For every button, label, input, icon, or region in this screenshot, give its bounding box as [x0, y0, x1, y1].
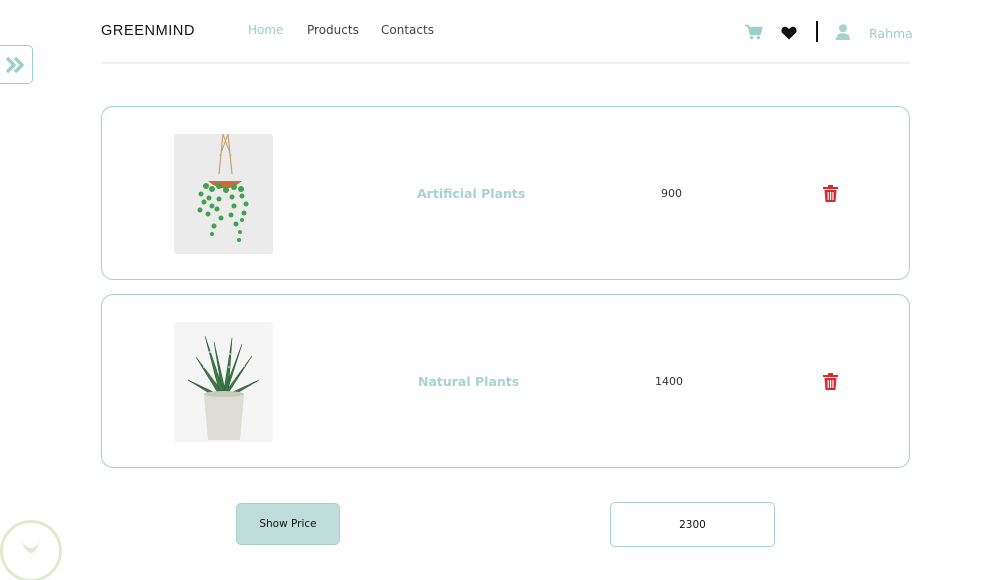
product-price: 900: [661, 187, 682, 200]
nav-link-contacts[interactable]: Contacts: [381, 23, 434, 37]
total-price-field: 2300: [610, 502, 775, 547]
product-name[interactable]: Natural Plants: [418, 374, 519, 389]
potted-succulent-image[interactable]: [174, 322, 273, 442]
cart-icon[interactable]: [745, 24, 763, 44]
heart-icon[interactable]: [781, 25, 797, 44]
trash-icon[interactable]: [823, 373, 838, 394]
nav-link-products[interactable]: Products: [307, 23, 359, 37]
product-name[interactable]: Artificial Plants: [417, 186, 525, 201]
cart-item-card: Artificial Plants 900: [101, 106, 910, 280]
trash-icon[interactable]: [823, 185, 838, 206]
product-price: 1400: [655, 375, 683, 388]
hanging-plant-image[interactable]: [174, 134, 273, 254]
user-icon[interactable]: [836, 24, 850, 44]
sidebar-toggle-button[interactable]: [0, 45, 33, 84]
show-price-button[interactable]: Show Price: [236, 503, 340, 545]
navbar-divider: [816, 21, 818, 42]
cart-item-card: Natural Plants 1400: [101, 294, 910, 468]
double-chevron-right-icon: [5, 56, 24, 73]
watermark-logo: [0, 520, 62, 580]
nav-link-home[interactable]: Home: [248, 23, 283, 37]
username-link[interactable]: Rahma: [869, 26, 913, 41]
brand-logo[interactable]: GREENMIND: [101, 23, 195, 39]
top-navbar: GREENMIND Home Products Contacts Rahma: [101, 0, 913, 64]
